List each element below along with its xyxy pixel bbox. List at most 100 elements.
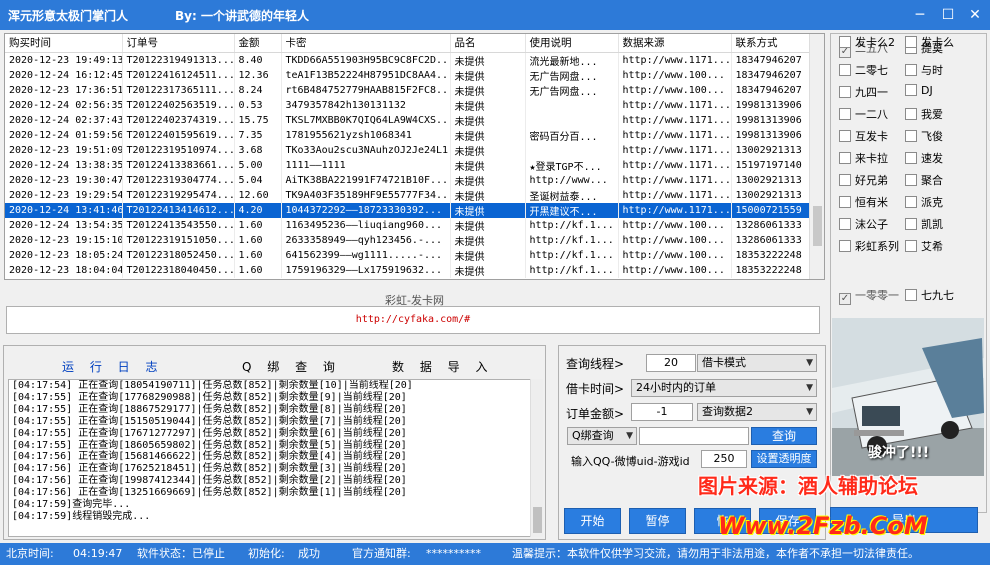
log-scroll-thumb[interactable] [533, 507, 542, 533]
source-checkbox[interactable]: 艾希 [905, 238, 943, 254]
source-checkbox[interactable]: 发卡么 [905, 34, 954, 50]
source-checkbox[interactable]: 二零七 [839, 62, 888, 78]
start-button[interactable]: 开始 [564, 508, 621, 534]
table-row[interactable]: 2020-12-23 19:29:54 T20122319295474... 12.… [5, 187, 811, 203]
qbind-select[interactable]: Q绑查询 ▼ [567, 427, 637, 445]
checkbox-icon[interactable] [839, 240, 851, 252]
maximize-icon[interactable]: ☐ [937, 5, 959, 25]
column-header[interactable]: 卡密 [281, 34, 451, 53]
table-row[interactable]: 2020-12-24 13:38:35 T20122413383661... 5.0… [5, 157, 811, 173]
checkbox-icon[interactable] [905, 240, 917, 252]
checkbox-icon[interactable] [839, 152, 851, 164]
log-scrollbar[interactable] [530, 379, 543, 537]
table-row[interactable]: 2020-12-23 18:04:04 T20122318040450... 1.6… [5, 262, 811, 278]
checkbox-icon[interactable] [839, 130, 851, 142]
minimize-icon[interactable]: ─ [909, 5, 931, 25]
notice-value: ********** [426, 547, 481, 560]
source-checkbox[interactable]: 发卡么2 [839, 34, 895, 50]
checkbox-icon[interactable] [905, 152, 917, 164]
query-input[interactable] [639, 427, 749, 445]
checkbox-icon[interactable] [905, 196, 917, 208]
opacity-input[interactable]: 250 [701, 450, 747, 468]
checkbox-icon[interactable] [839, 196, 851, 208]
table-row[interactable]: 2020-12-24 01:59:56 T20122401595619... 7.3… [5, 127, 811, 143]
source-checkbox[interactable]: 好兄弟 [839, 172, 888, 188]
source-checkbox[interactable]: 速发 [905, 150, 943, 166]
table-row[interactable]: 2020-12-23 17:36:51 T20122317365111... 8.2… [5, 82, 811, 98]
checkbox-label: 二零七 [855, 64, 888, 77]
source-checkbox[interactable]: 聚合 [905, 172, 943, 188]
source-checkbox[interactable]: 彩虹系列 [839, 238, 899, 254]
source-checkbox[interactable]: 与时 [905, 62, 943, 78]
column-header[interactable]: 使用说明 [525, 34, 619, 53]
column-header[interactable]: 金额 [234, 34, 282, 53]
orders-scrollbar[interactable] [809, 34, 824, 279]
mode-select[interactable]: 借卡模式 ▼ [697, 354, 817, 372]
checkbox-icon[interactable] [905, 36, 917, 48]
query-mode-select[interactable]: 查询数据2 ▼ [697, 403, 817, 421]
table-row[interactable]: 2020-12-24 13:41:46 T20122413414612... 4.2… [5, 202, 811, 218]
table-row[interactable]: 2020-12-24 02:56:35 T20122402563519... 0.5… [5, 97, 811, 113]
pause-button[interactable]: 暂停 [629, 508, 686, 534]
table-row[interactable]: 2020-12-23 19:30:47 T20122319304774... 5.0… [5, 172, 811, 188]
source-checkbox[interactable]: 一二八 [839, 106, 888, 122]
source-checkbox[interactable]: 我爱 [905, 106, 943, 122]
source-checkbox[interactable]: 飞俊 [905, 128, 943, 144]
orders-scroll-thumb[interactable] [813, 206, 822, 246]
checkbox-icon[interactable] [905, 289, 917, 301]
checkbox-label: 恒有米 [855, 196, 888, 209]
source-checkbox[interactable]: 九四一 [839, 84, 888, 100]
column-header[interactable]: 数据来源 [618, 34, 732, 53]
table-cell: http://www.1171... [618, 97, 732, 113]
log-line: [04:17:55] 正在查询[18867529177]|任务总数[852]|剩… [12, 403, 407, 415]
source-checkbox[interactable]: 互发卡 [839, 128, 888, 144]
set-opacity-button[interactable]: 设置透明度 [751, 450, 817, 468]
column-header[interactable]: 订单号 [122, 34, 235, 53]
checkbox-icon[interactable] [839, 36, 851, 48]
source-checkbox[interactable]: 沫公子 [839, 216, 888, 232]
table-row[interactable]: 2020-12-24 02:37:43 T20122402374319... 15.… [5, 112, 811, 128]
checkbox-icon[interactable] [905, 84, 917, 96]
amount-input[interactable]: -1 [631, 403, 693, 421]
source-checkbox[interactable]: ✓ 一零零一 [839, 287, 899, 305]
checkmark-icon[interactable]: ✓ [839, 293, 851, 305]
table-row[interactable]: 2020-12-24 13:54:35 T20122413543550... 1.6… [5, 217, 811, 233]
table-row[interactable]: 2020-12-23 19:15:10 T20122319151050... 1.6… [5, 232, 811, 248]
orders-grid[interactable]: 购买时间 订单号 金额 卡密 品名 使用说明 数据来源 联系方式 2020-12-23 19:… [4, 33, 825, 280]
checkbox-icon[interactable] [839, 174, 851, 186]
time-select[interactable]: 24小时内的订单 ▼ [631, 379, 817, 397]
table-cell: 2020-12-24 13:38:35 [5, 157, 123, 173]
checkbox-icon[interactable] [905, 130, 917, 142]
checkbox-icon[interactable] [905, 218, 917, 230]
source-checkbox[interactable]: 派克 [905, 194, 943, 210]
tab-qbind-query[interactable]: Q 绑 查 询 [242, 358, 341, 375]
table-cell: 未提供 [450, 157, 526, 173]
watermark-url: Www.2Fzb.CoM [718, 512, 928, 540]
query-button[interactable]: 查询 [751, 427, 817, 445]
tab-run-log[interactable]: 运 行 日 志 [62, 358, 163, 375]
table-row[interactable]: 2020-12-23 18:05:24 T20122318052450... 1.6… [5, 247, 811, 263]
banner-link[interactable]: http://cyfaka.com/# [6, 306, 820, 334]
checkbox-icon[interactable] [839, 218, 851, 230]
checkbox-icon[interactable] [905, 174, 917, 186]
checkbox-icon[interactable] [839, 64, 851, 76]
source-checkbox[interactable]: DJ [905, 84, 933, 100]
source-checkbox[interactable]: 来卡拉 [839, 150, 888, 166]
checkbox-icon[interactable] [905, 64, 917, 76]
log-list: [04:17:54] 正在查询[18054190711]|任务总数[852]|剩… [8, 379, 532, 537]
checkbox-icon[interactable] [839, 108, 851, 120]
column-header[interactable]: 购买时间 [5, 34, 123, 53]
thread-input[interactable]: 20 [646, 354, 696, 372]
source-checkbox[interactable]: 七九七 [905, 287, 954, 303]
table-row[interactable]: 2020-12-23 19:49:13 T20122319491313... 8.4… [5, 52, 811, 68]
column-header[interactable]: 品名 [450, 34, 526, 53]
source-checkbox[interactable]: 凯凯 [905, 216, 943, 232]
table-row[interactable]: 2020-12-23 19:51:09 T20122319510974... 3.6… [5, 142, 811, 158]
tab-data-import[interactable]: 数 据 导 入 [392, 358, 493, 375]
checkbox-icon[interactable] [839, 86, 851, 98]
column-header[interactable]: 联系方式 [731, 34, 811, 53]
table-row[interactable]: 2020-12-24 16:12:45 T20122416124511... 12.… [5, 67, 811, 83]
checkbox-icon[interactable] [905, 108, 917, 120]
source-checkbox[interactable]: 恒有米 [839, 194, 888, 210]
close-icon[interactable]: ✕ [964, 5, 986, 25]
